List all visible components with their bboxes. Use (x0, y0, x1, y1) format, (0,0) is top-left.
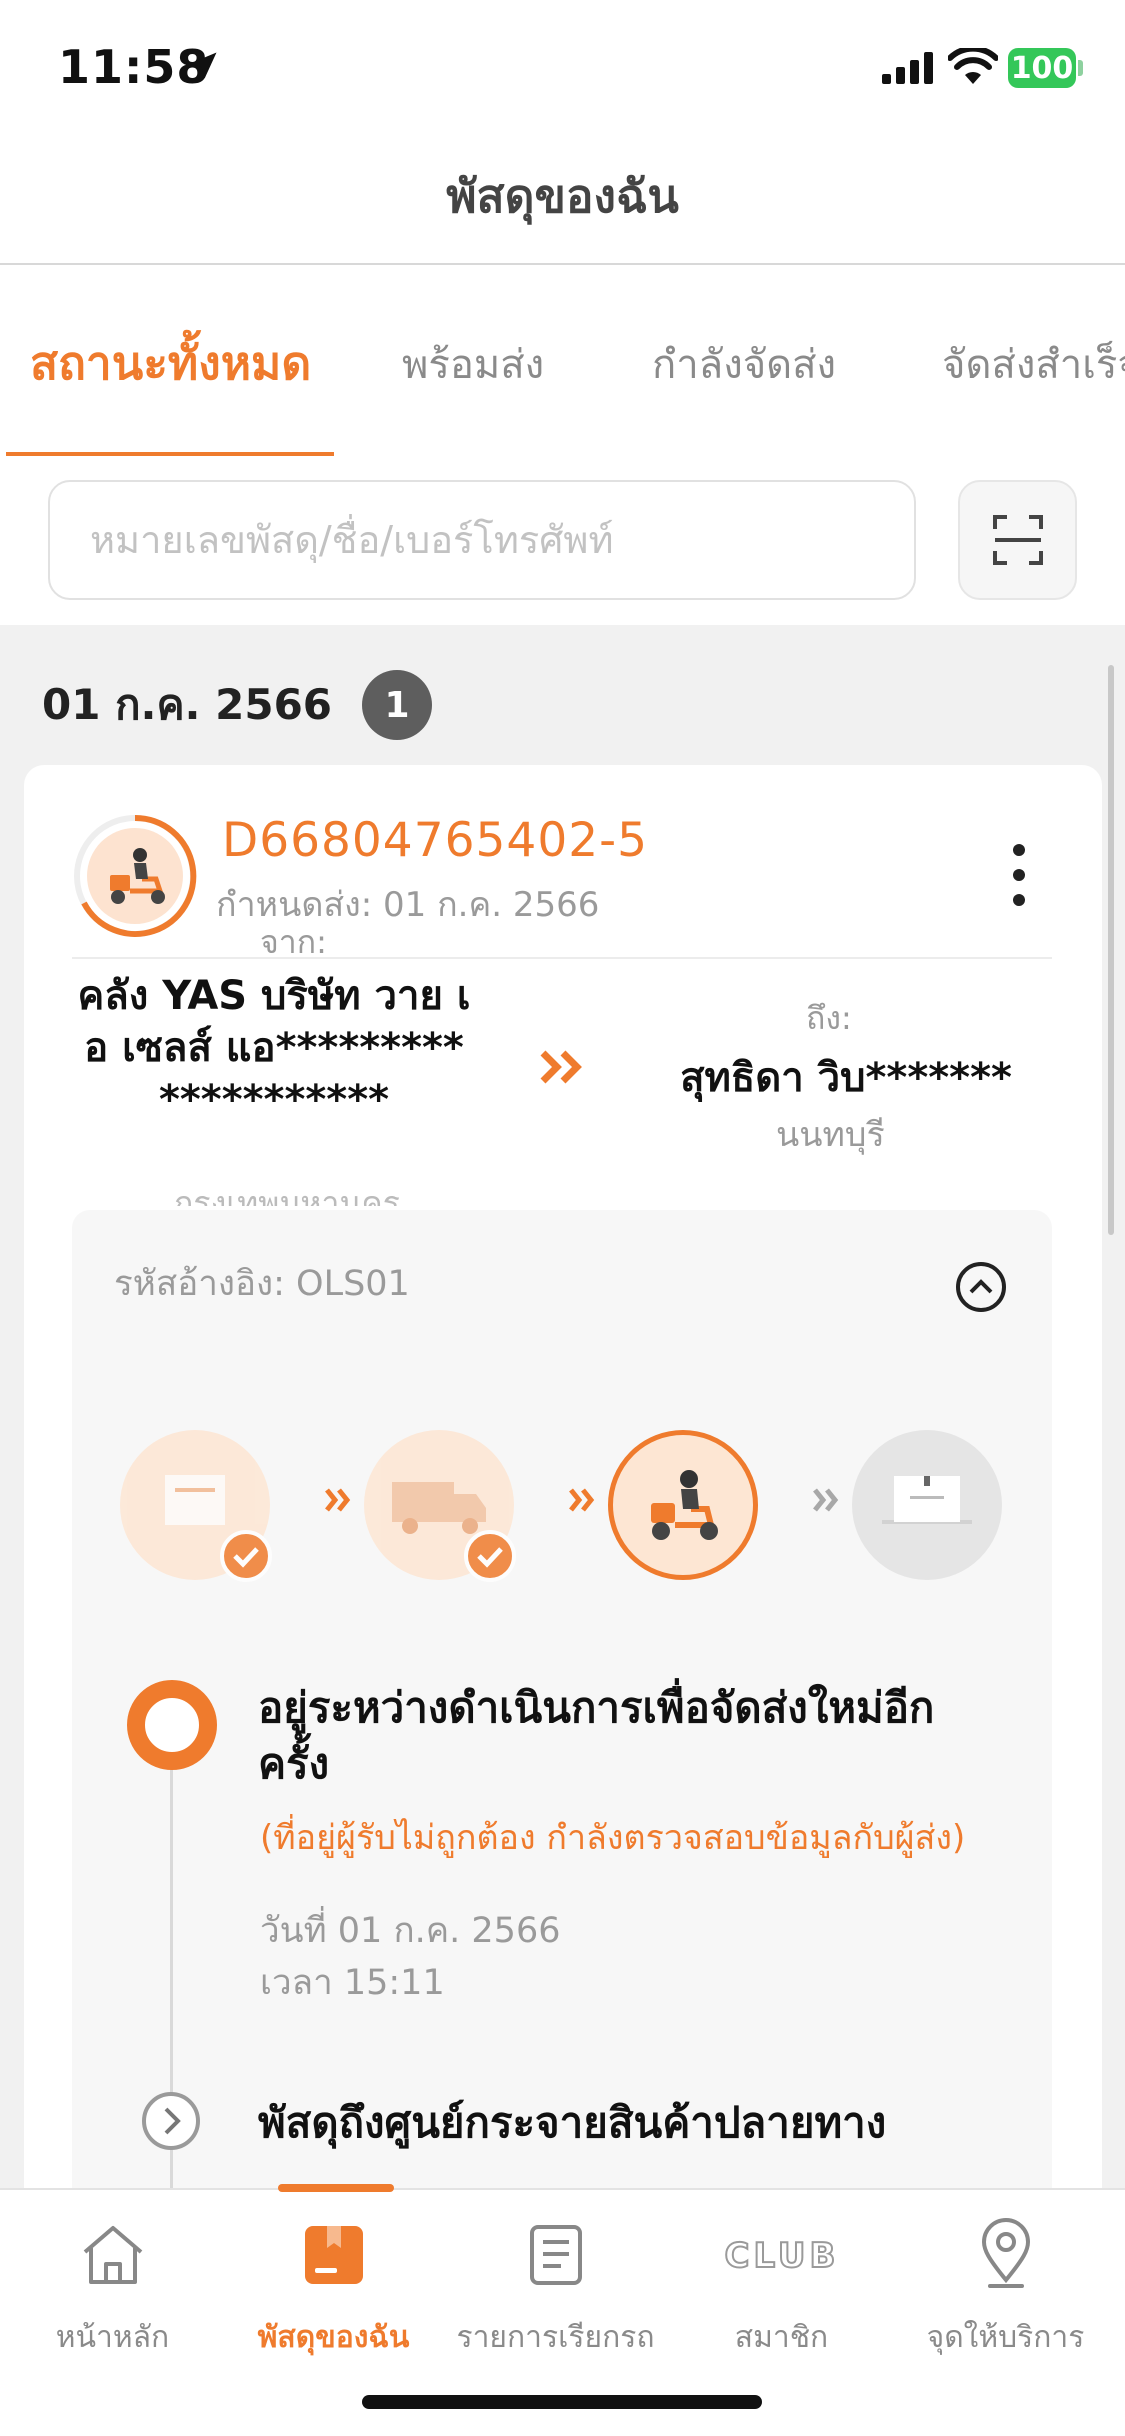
delivery-scooter-avatar-icon (74, 814, 197, 937)
club-icon: CLUB (723, 2235, 839, 2275)
nav-pickup-requests-label: รายการเรียกรถ (456, 2320, 655, 2355)
date-group-header: 01 ก.ค. 2566 1 (42, 670, 433, 740)
nav-home[interactable]: หน้าหลัก (0, 2210, 225, 2361)
chevron-right-icon (813, 1488, 839, 1512)
parcel-list: 01 ก.ค. 2566 1 D66804765402-5 กำหนดส่ง: … (0, 625, 1125, 2190)
active-nav-indicator (278, 2184, 394, 2192)
scan-button[interactable] (958, 480, 1077, 600)
progress-steps (72, 1430, 1052, 1600)
tab-ready-to-ship[interactable]: พร้อมส่ง (402, 332, 544, 396)
nav-member[interactable]: CLUB สมาชิก (669, 2210, 894, 2361)
cellular-signal-icon (882, 52, 933, 84)
reference-code: รหัสอ้างอิง: OLS01 (114, 1264, 410, 1304)
step-in-transit (364, 1430, 516, 1582)
receiver-city: นนทบุรี (776, 1115, 885, 1155)
tab-delivered[interactable]: จัดส่งสำเร็จ (942, 332, 1125, 396)
group-date: 01 ก.ค. 2566 (42, 680, 333, 729)
sender-name: คลัง YAS บริษัท วาย เอ เซลส์ แอ*********… (77, 973, 471, 1123)
status-tabs: สถานะทั้งหมด พร้อมส่ง กำลังจัดส่ง จัดส่ง… (0, 267, 1125, 457)
check-icon (464, 1530, 516, 1582)
check-icon (220, 1530, 272, 1582)
home-icon (83, 2226, 142, 2284)
chevron-right-circle-icon (142, 2092, 200, 2150)
timeline-event-note: (ที่อยู่ผู้รับไม่ถูกต้อง กำลังตรวจสอบข้อ… (260, 1818, 966, 1858)
search-input[interactable] (50, 482, 914, 598)
app-header: พัสดุของฉัน (0, 130, 1125, 265)
home-indicator[interactable] (362, 2395, 762, 2409)
wifi-icon (948, 48, 998, 84)
tab-all-status[interactable]: สถานะทั้งหมด (30, 327, 311, 400)
to-label: ถึง: (806, 999, 852, 1037)
scan-icon (992, 515, 1043, 565)
chevron-right-icon (569, 1488, 595, 1512)
nav-service-points-label: จุดให้บริการ (926, 2320, 1085, 2355)
page-title: พัสดุของฉัน (446, 169, 679, 223)
timeline-event-time: เวลา 15:11 (260, 1963, 445, 2003)
timeline-event-date: วันที่ 01 ก.ค. 2566 (260, 1911, 561, 1951)
scrollbar[interactable] (1108, 665, 1114, 1235)
collapse-chevron-up-icon[interactable] (954, 1260, 1008, 1314)
box-delivered-icon (882, 1476, 972, 1524)
list-icon (529, 2225, 582, 2285)
battery-tip (1078, 60, 1083, 76)
sender-city: กรุงเทพมหานคร (174, 1184, 400, 1206)
tracking-detail-panel: รหัสอ้างอิง: OLS01 อยู่ระหว่างดำเนินการเ… (72, 1210, 1052, 2190)
nav-my-parcels[interactable]: พัสดุของฉัน (221, 2210, 446, 2361)
more-options-icon[interactable] (1004, 840, 1034, 910)
card-divider (72, 957, 1052, 959)
receiver-name: สุทธิดา วิบ******* (680, 1055, 1012, 1101)
timeline-event-datetime: วันที่ 01 ก.ค. 2566 เวลา 15:11 (260, 1905, 561, 2009)
tab-in-transit[interactable]: กำลังจัดส่ง (652, 332, 836, 396)
from-label: จาก: (260, 923, 327, 961)
step-out-for-delivery (608, 1430, 758, 1580)
nav-pickup-requests[interactable]: รายการเรียกรถ (443, 2210, 668, 2361)
parcel-icon (304, 2226, 363, 2284)
battery-indicator: 100 (1008, 48, 1076, 88)
step-delivered (852, 1430, 1002, 1580)
nav-service-points[interactable]: จุดให้บริการ (893, 2210, 1118, 2361)
club-logo-text: CLUB (724, 2236, 839, 2275)
scooter-icon (651, 1470, 718, 1540)
step-picked-up (120, 1430, 272, 1582)
double-chevron-right-icon (540, 1050, 582, 1084)
active-tab-underline (6, 452, 334, 456)
timeline-event-title: อยู่ระหว่างดำเนินการเพื่อจัดส่งใหม่อีกคร… (258, 1683, 935, 1788)
location-pin-icon (981, 2218, 1030, 2288)
timeline-event-title: พัสดุถึงศูนย์กระจายสินค้าปลายทาง (258, 2098, 887, 2147)
nav-member-label: สมาชิก (734, 2320, 829, 2355)
search-box[interactable] (48, 480, 916, 600)
nav-home-label: หน้าหลัก (55, 2320, 170, 2355)
location-arrow-icon (189, 52, 217, 79)
status-bar: 11:58 100 (0, 0, 1125, 130)
parcel-card[interactable]: D66804765402-5 กำหนดส่ง: 01 ก.ค. 2566 จา… (24, 765, 1102, 2190)
nav-my-parcels-label: พัสดุของฉัน (257, 2320, 410, 2355)
group-count-badge: 1 (362, 670, 433, 740)
tracking-number[interactable]: D66804765402-5 (222, 813, 648, 868)
chevron-right-icon (325, 1488, 351, 1512)
timeline-current-dot (127, 1680, 217, 1770)
